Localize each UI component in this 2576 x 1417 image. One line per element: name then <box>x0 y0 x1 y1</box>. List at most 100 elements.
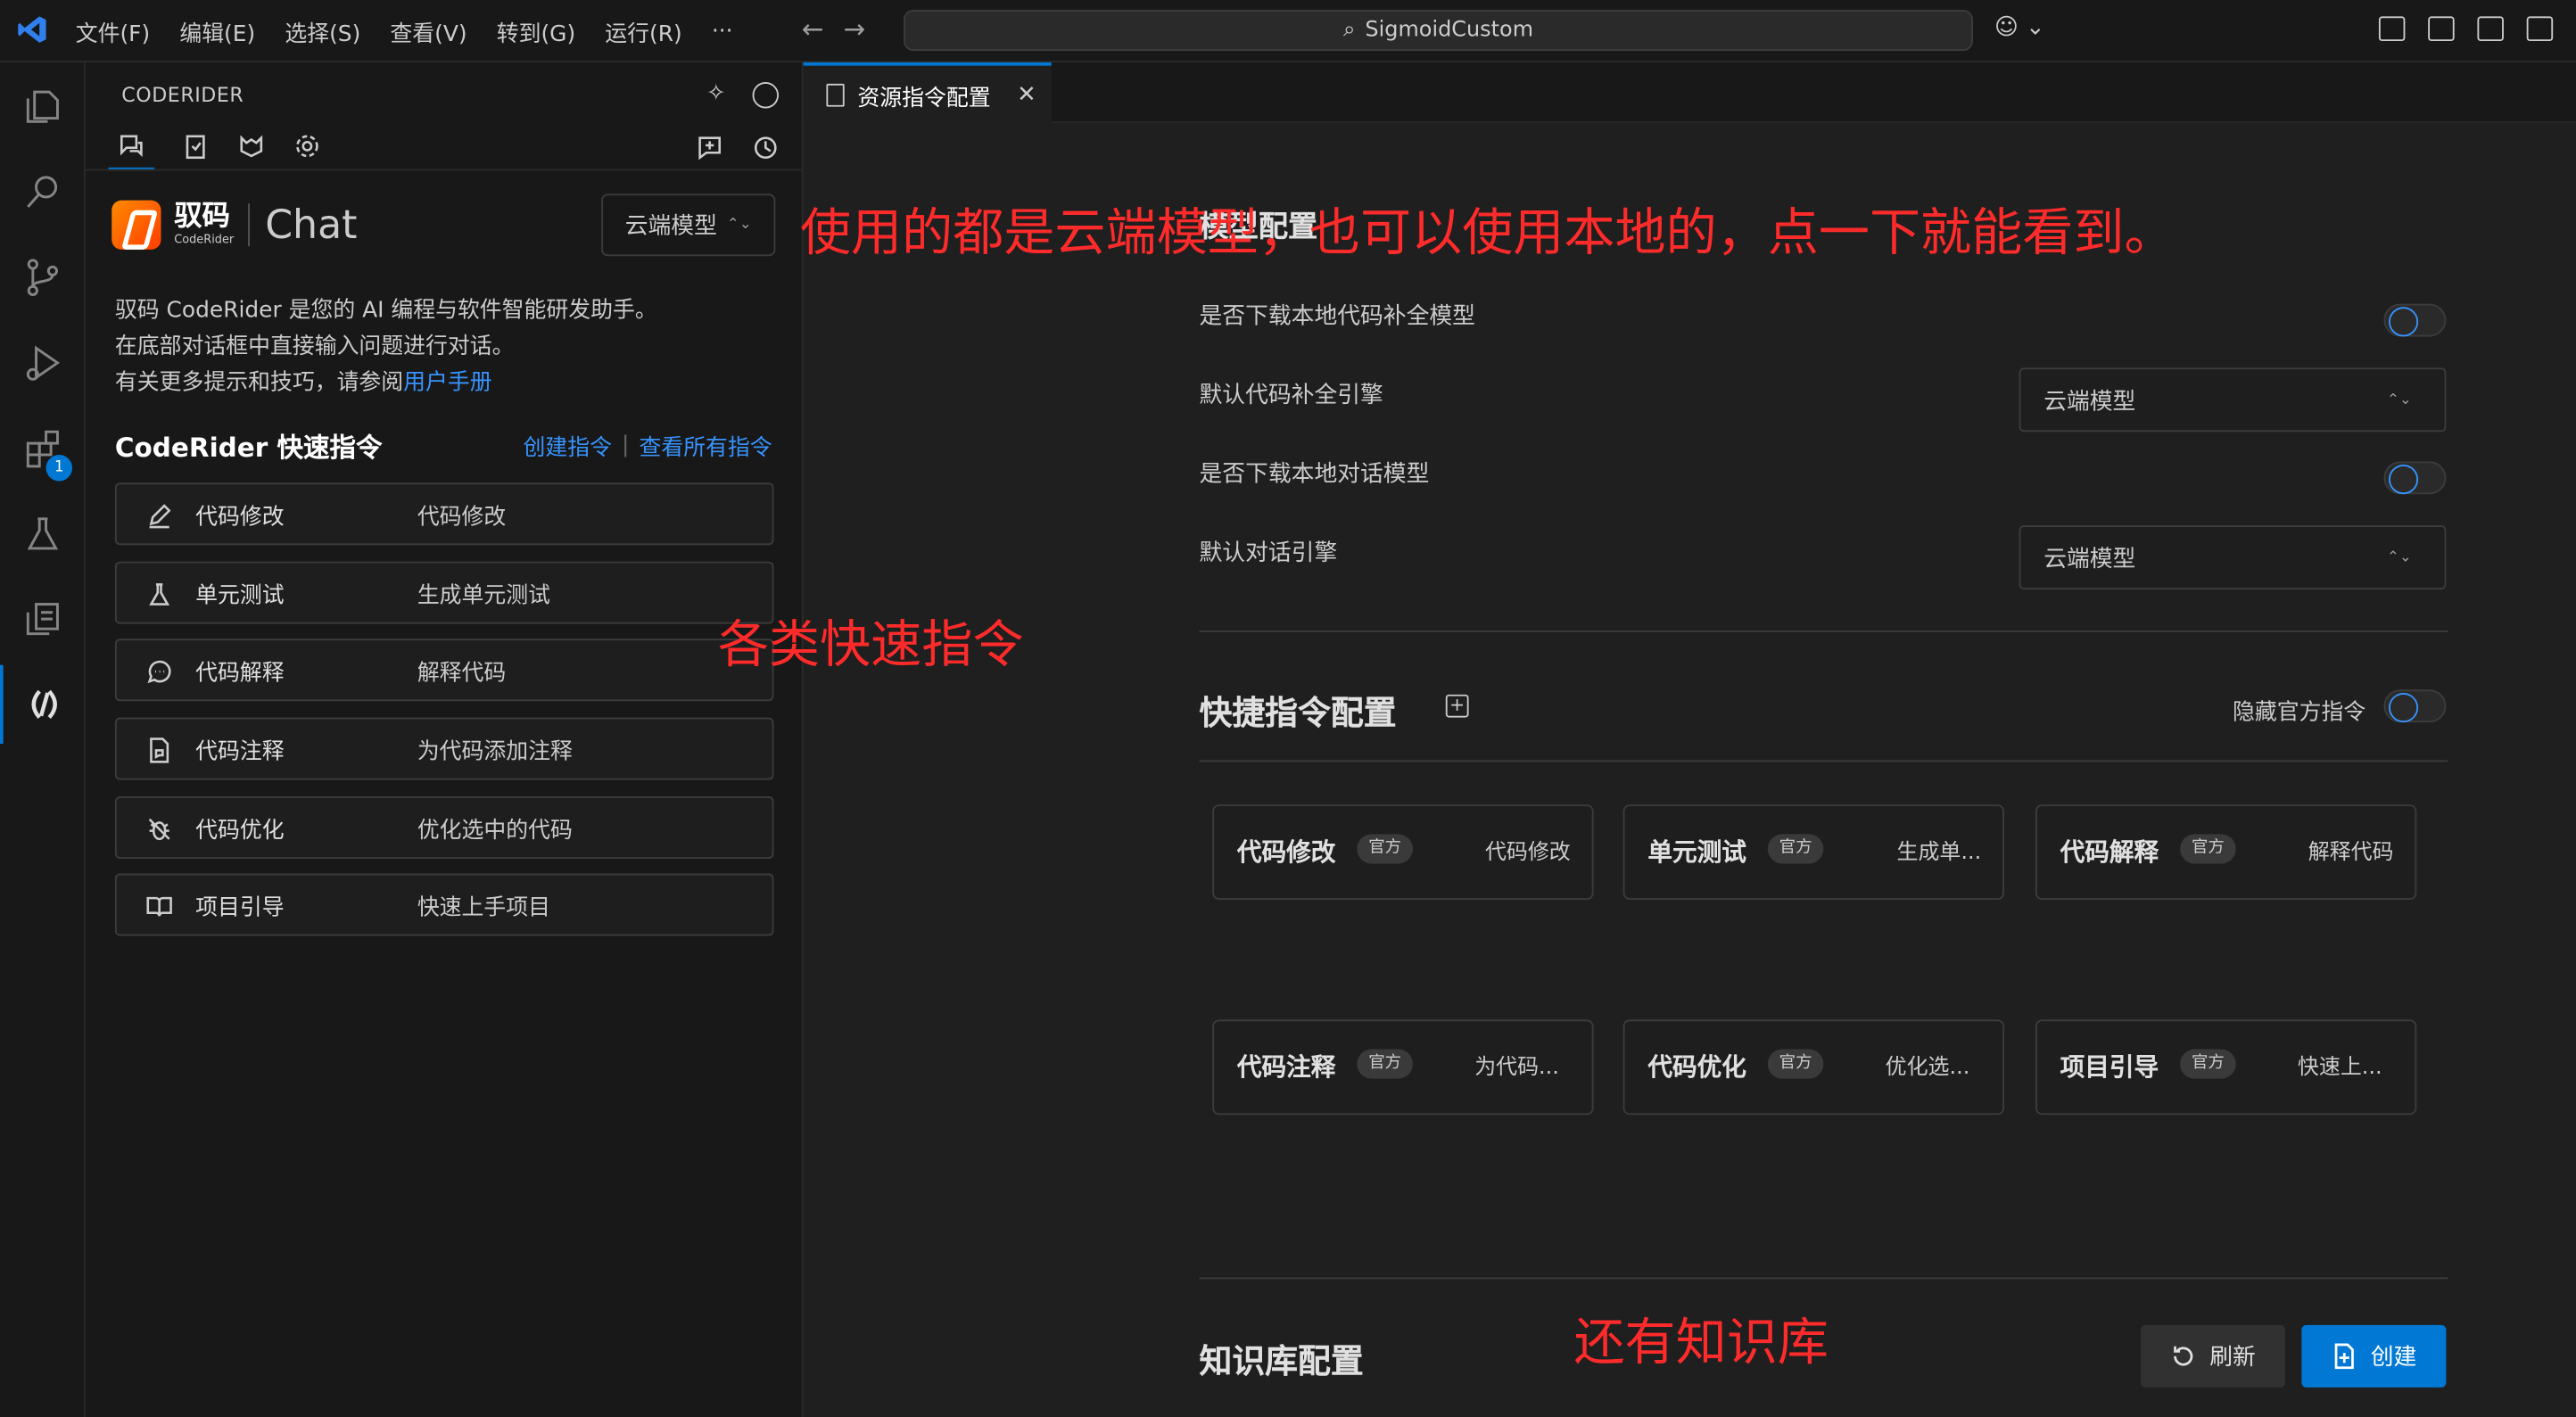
link-separator: | <box>622 432 630 458</box>
run-debug-icon[interactable] <box>0 324 86 402</box>
menu-edit[interactable]: 编辑(E) <box>179 15 255 47</box>
hide-official-toggle[interactable] <box>2383 689 2447 723</box>
refresh-button[interactable]: 刷新 <box>2140 1324 2285 1388</box>
file-icon <box>826 82 845 106</box>
command-name: 代码修改 <box>195 504 285 531</box>
sidebar-title: CODERIDER <box>121 83 244 107</box>
create-command-link[interactable]: 创建指令 <box>523 429 611 461</box>
toggle-secondary-sidebar-icon[interactable] <box>2526 16 2554 42</box>
shortcut-card[interactable]: 代码注释 官方 为代码... <box>1212 1019 1594 1116</box>
menu-more[interactable]: ··· <box>712 18 733 44</box>
official-badge: 官方 <box>2180 1049 2236 1079</box>
search-view-icon[interactable] <box>0 152 86 231</box>
shortcut-card[interactable]: 代码解释 官方 解释代码 <box>2035 804 2417 900</box>
command-center-search[interactable]: ⌕ SigmoidCustom <box>903 10 1974 52</box>
book-icon <box>146 897 172 918</box>
tab-resource-command-config[interactable]: 资源指令配置 ✕ <box>803 62 1052 124</box>
hide-official-label: 隐藏官方指令 <box>2233 699 2366 726</box>
download-chat-toggle[interactable] <box>2383 461 2447 495</box>
section-divider <box>1199 760 2448 762</box>
chat-bubble-icon <box>147 661 171 684</box>
menu-run[interactable]: 运行(R) <box>605 15 681 47</box>
close-icon[interactable]: ✕ <box>1017 81 1036 107</box>
refresh-label: 刷新 <box>2209 1344 2256 1372</box>
create-label: 创建 <box>2370 1344 2417 1372</box>
sidebar-actions: ✧ <box>706 82 780 109</box>
forward-arrow-icon[interactable]: → <box>844 13 866 45</box>
shortcut-card[interactable]: 代码优化 官方 优化选... <box>1622 1019 2004 1116</box>
customize-layout-icon[interactable] <box>2378 16 2406 42</box>
completion-engine-value: 云端模型 <box>2043 388 2136 415</box>
search-icon: ⌕ <box>1342 18 1356 43</box>
command-desc: 解释代码 <box>417 660 507 688</box>
command-row-optimize[interactable]: 代码优化 优化选中的代码 <box>114 795 774 859</box>
card-desc: 解释代码 <box>2308 840 2394 866</box>
official-badge: 官方 <box>1767 834 1824 864</box>
completion-engine-select[interactable]: 云端模型 ⌃⌄ <box>2019 367 2447 433</box>
command-name: 项目引导 <box>195 895 285 922</box>
activity-bar: 1 <box>0 62 86 1417</box>
toggle-sidebar-icon[interactable] <box>2428 16 2455 42</box>
pencil-icon <box>149 504 171 529</box>
model-select[interactable]: 云端模型 ⌃⌄ <box>601 194 776 257</box>
command-name: 代码优化 <box>195 817 285 844</box>
toggle-panel-icon[interactable] <box>2477 16 2504 42</box>
command-row-unit-test[interactable]: 单元测试 生成单元测试 <box>114 561 774 624</box>
sparkle-icon[interactable]: ✧ <box>706 82 732 108</box>
official-badge: 官方 <box>1357 834 1413 864</box>
shortcut-card[interactable]: 单元测试 官方 生成单... <box>1622 804 2004 900</box>
section-divider <box>1199 630 2448 632</box>
command-desc: 快速上手项目 <box>417 895 551 922</box>
quick-commands-links: 创建指令 | 查看所有指令 <box>523 429 772 461</box>
coderider-icon[interactable] <box>0 664 86 745</box>
flask-icon <box>149 582 170 606</box>
create-button[interactable]: 创建 <box>2301 1324 2447 1388</box>
shortcut-card[interactable]: 代码修改 官方 代码修改 <box>1212 804 1594 900</box>
brand-name-zh: 驭码 <box>174 200 230 234</box>
back-arrow-icon[interactable]: ← <box>802 13 824 45</box>
tab-settings[interactable] <box>293 131 322 161</box>
testing-icon[interactable] <box>0 494 86 573</box>
annotation-model-note: 使用的都是云端模型，也可以使用本地的，点一下就能看到。 <box>799 203 2176 263</box>
intro-text: 驭码 CodeRider 是您的 AI 编程与软件智能研发助手。 在底部对话框中… <box>115 292 657 401</box>
intro-line-1: 驭码 CodeRider 是您的 AI 编程与软件智能研发助手。 <box>114 297 657 324</box>
extensions-icon[interactable]: 1 <box>0 408 86 487</box>
remote-explorer-icon[interactable] <box>0 580 86 658</box>
command-row-explain[interactable]: 代码解释 解释代码 <box>114 638 774 702</box>
official-badge: 官方 <box>1767 1049 1824 1079</box>
chat-engine-select[interactable]: 云端模型 ⌃⌄ <box>2019 525 2447 589</box>
quick-command-list: 代码修改 代码修改 单元测试 生成单元测试 代码解释 解释代码 代码注释 为代码… <box>114 482 774 952</box>
layout-controls <box>2378 16 2554 42</box>
user-manual-link[interactable]: 用户手册 <box>403 369 491 395</box>
tab-tasks[interactable] <box>181 131 211 161</box>
new-chat-icon[interactable] <box>697 135 722 161</box>
command-desc: 为代码添加注释 <box>417 738 573 766</box>
brand-name-en: CodeRider <box>174 233 235 247</box>
title-bar: 文件(F) 编辑(E) 选择(S) 查看(V) 转到(G) 运行(R) ··· … <box>0 0 2576 62</box>
menu-go[interactable]: 转到(G) <box>497 15 575 47</box>
menu-file[interactable]: 文件(F) <box>76 15 150 47</box>
add-shortcut-icon[interactable]: + <box>1445 694 1469 718</box>
download-completion-toggle[interactable] <box>2383 303 2447 337</box>
vscode-logo-icon[interactable] <box>16 13 49 46</box>
intro-line-3-text: 有关更多提示和技巧，请参阅 <box>114 369 404 396</box>
command-row-guide[interactable]: 项目引导 快速上手项目 <box>114 874 774 937</box>
card-desc: 为代码... <box>1474 1055 1559 1081</box>
shortcut-card[interactable]: 项目引导 官方 快速上... <box>2035 1019 2417 1116</box>
account-icon[interactable] <box>752 82 780 109</box>
history-icon[interactable] <box>753 135 779 161</box>
explorer-icon[interactable] <box>0 67 86 145</box>
command-row-comment[interactable]: 代码注释 为代码添加注释 <box>114 717 774 780</box>
tab-agent[interactable] <box>236 131 266 161</box>
view-all-commands-link[interactable]: 查看所有指令 <box>639 429 772 461</box>
coderider-sidebar: CODERIDER ✧ 驭码 CodeRider Chat 云端模型 ⌃⌄ 驭码… <box>85 62 804 1417</box>
command-row-edit[interactable]: 代码修改 代码修改 <box>114 482 774 546</box>
setting-completion-engine-label: 默认代码补全引擎 <box>1199 382 1383 409</box>
source-control-icon[interactable] <box>0 238 86 317</box>
model-select-value: 云端模型 <box>624 213 717 240</box>
menu-view[interactable]: 查看(V) <box>390 15 466 47</box>
menu-selection[interactable]: 选择(S) <box>285 15 360 47</box>
sidebar-tab-actions <box>697 135 779 161</box>
copilot-icon[interactable]: ☺ ⌄ <box>1994 15 2045 41</box>
tab-chat[interactable] <box>108 131 155 171</box>
